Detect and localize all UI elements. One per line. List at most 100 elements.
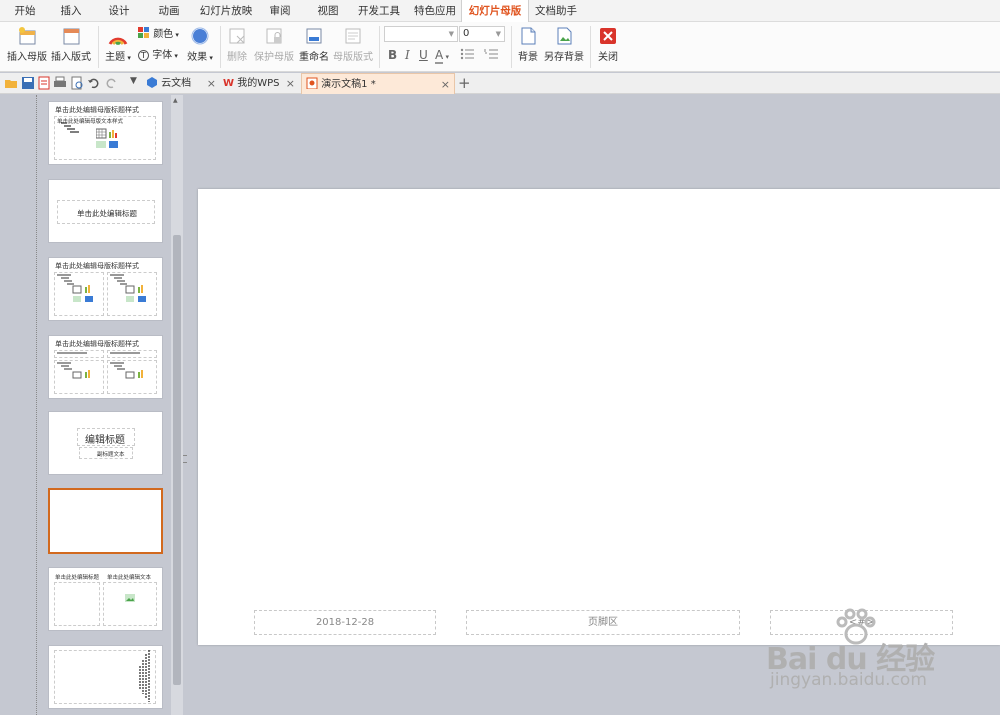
- menu-bar: 开始 插入 设计 动画 幻灯片放映 审阅 视图 开发工具 特色应用 幻灯片母版 …: [0, 0, 1000, 23]
- master-layout-icon: [345, 28, 361, 44]
- ribbon-separator: [511, 26, 512, 68]
- insert-layout-button[interactable]: 插入版式: [50, 26, 92, 63]
- scrollbar-thumb[interactable]: [173, 235, 181, 685]
- underline-button[interactable]: U: [419, 48, 428, 62]
- tab-cloud-label: 云文档: [161, 78, 192, 89]
- rename-label: 重命名: [299, 52, 329, 63]
- chevron-down-icon: ▼: [495, 30, 501, 38]
- ribbon: 插入母版 插入版式 主题 ▾ 颜色 ▾ T 字体 ▾ 效果 ▾ 删除 保护母版 …: [0, 22, 1000, 72]
- insert-master-button[interactable]: 插入母版: [6, 26, 48, 63]
- bullet-list-button[interactable]: [460, 48, 476, 63]
- layout-thumbnail-6-selected[interactable]: [48, 488, 163, 554]
- watermark-url: jingyan.baidu.com: [770, 670, 927, 690]
- baidu-watermark: Bai du 经验 jingyan.baidu.com: [766, 608, 996, 708]
- font-size-select[interactable]: 0 ▼: [459, 26, 505, 42]
- menu-tab-slide-master[interactable]: 幻灯片母版: [461, 0, 529, 23]
- thumb-title: 单击此处编辑母版标题样式: [55, 106, 139, 114]
- master-layout-button[interactable]: 母版版式: [333, 26, 373, 63]
- numbered-list-button[interactable]: [484, 48, 500, 63]
- menu-tab-home[interactable]: 开始: [4, 0, 46, 22]
- close-master-button[interactable]: 关闭: [595, 26, 621, 63]
- effect-label: 效果: [187, 52, 208, 63]
- font-color-button[interactable]: A ▾: [435, 48, 449, 64]
- layout-thumbnail-7[interactable]: 单击此处编辑标题 单击此处编辑文本: [48, 567, 163, 631]
- close-tab-icon[interactable]: ×: [286, 73, 295, 94]
- delete-button[interactable]: 删除: [223, 26, 251, 63]
- menu-tab-doc-assistant[interactable]: 文档助手: [530, 0, 582, 22]
- redo-icon[interactable]: [104, 76, 118, 90]
- color-button[interactable]: 颜色 ▾: [138, 27, 179, 42]
- menu-tab-design[interactable]: 设计: [98, 0, 140, 22]
- menu-tab-view[interactable]: 视图: [310, 0, 346, 22]
- menu-tab-developer[interactable]: 开发工具: [352, 0, 406, 22]
- insert-layout-icon: [63, 28, 80, 45]
- save-background-label: 另存背景: [544, 52, 584, 63]
- italic-button[interactable]: I: [405, 48, 410, 62]
- font-button[interactable]: T 字体 ▾: [138, 49, 178, 63]
- chevron-down-icon[interactable]: ▼: [130, 76, 137, 86]
- save-icon[interactable]: [21, 76, 35, 90]
- thumb-placeholder: [54, 582, 100, 626]
- font-name-select[interactable]: ▼: [384, 26, 458, 42]
- menu-tab-features[interactable]: 特色应用: [408, 0, 462, 22]
- menu-tab-review[interactable]: 审阅: [262, 0, 298, 22]
- protect-master-button[interactable]: 保护母版: [254, 26, 294, 63]
- date-text: 2018-12-28: [315, 617, 375, 628]
- menu-tab-slideshow[interactable]: 幻灯片放映: [196, 0, 256, 22]
- print-icon[interactable]: [53, 76, 67, 90]
- print-preview-icon[interactable]: [70, 76, 84, 90]
- thumbnail-scrollbar[interactable]: ▲: [171, 95, 183, 715]
- tab-presentation-label: 演示文稿1 *: [321, 79, 376, 90]
- insert-master-icon: [19, 27, 36, 45]
- thumb-title: 单击此处编辑标题: [77, 209, 137, 218]
- layout-thumbnail-1[interactable]: 单击此处编辑母版标题样式 单击此处编辑母版文本样式: [48, 101, 163, 165]
- ribbon-separator: [590, 26, 591, 68]
- export-pdf-icon[interactable]: [37, 76, 51, 90]
- open-folder-icon[interactable]: [4, 76, 18, 90]
- color-grid-icon: [138, 27, 149, 38]
- save-background-button[interactable]: 另存背景: [544, 26, 584, 63]
- background-button[interactable]: 背景: [515, 26, 541, 63]
- tab-cloud-docs[interactable]: 云文档 ×: [146, 73, 220, 94]
- tab-mywps-label: 我的WPS: [237, 78, 280, 89]
- footer-placeholder[interactable]: 页脚区: [466, 610, 740, 635]
- save-background-icon: [557, 27, 572, 45]
- layout-thumbnail-4[interactable]: 单击此处编辑母版标题样式: [48, 335, 163, 399]
- layout-thumbnail-3[interactable]: 单击此处编辑母版标题样式: [48, 257, 163, 321]
- add-tab-icon[interactable]: +: [458, 73, 471, 93]
- effect-icon: [191, 27, 209, 45]
- effect-button[interactable]: 效果 ▾: [186, 26, 214, 63]
- menu-tab-insert[interactable]: 插入: [50, 0, 92, 22]
- tab-presentation[interactable]: 演示文稿1 * ×: [301, 73, 455, 94]
- scroll-up-icon[interactable]: ▲: [173, 97, 181, 105]
- date-placeholder[interactable]: 2018-12-28: [254, 610, 436, 635]
- delete-label: 删除: [227, 52, 247, 63]
- thumb-outline-icon: [61, 122, 79, 133]
- bold-button[interactable]: B: [388, 48, 397, 62]
- master-slide[interactable]: 2018-12-28 页脚区 <#>: [198, 189, 1000, 645]
- rename-button[interactable]: 重命名: [298, 26, 330, 63]
- menu-tab-animation[interactable]: 动画: [148, 0, 190, 22]
- font-size-value: 0: [463, 28, 470, 39]
- theme-button[interactable]: 主题 ▾: [103, 26, 133, 63]
- layout-thumbnail-8[interactable]: [48, 645, 163, 709]
- thumb-vertical-text: [139, 650, 150, 702]
- presentation-file-icon: [306, 77, 318, 90]
- lock-icon: [266, 28, 282, 44]
- wps-logo-icon: W: [223, 78, 235, 89]
- slide-thumbnail-pane: 单击此处编辑母版标题样式 单击此处编辑母版文本样式 单击此处编辑标题 单击此处编…: [0, 95, 187, 715]
- undo-icon[interactable]: [87, 76, 101, 90]
- close-tab-icon[interactable]: ×: [207, 73, 216, 94]
- thumb-title: 单击此处编辑母版标题样式: [55, 262, 139, 270]
- layout-thumbnail-5[interactable]: 编辑标题 副标题文本: [48, 411, 163, 475]
- rainbow-theme-icon: [108, 37, 128, 46]
- cloud-box-icon: [147, 77, 157, 88]
- layout-thumbnail-2[interactable]: 单击此处编辑标题: [48, 179, 163, 243]
- ribbon-separator: [379, 26, 380, 68]
- close-tab-icon[interactable]: ×: [441, 74, 450, 95]
- color-label: 颜色: [153, 29, 174, 40]
- tab-my-wps[interactable]: W 我的WPS ×: [223, 73, 299, 94]
- bullet-list-icon: [460, 48, 474, 60]
- close-icon: [600, 28, 616, 44]
- font-icon: T: [138, 50, 149, 61]
